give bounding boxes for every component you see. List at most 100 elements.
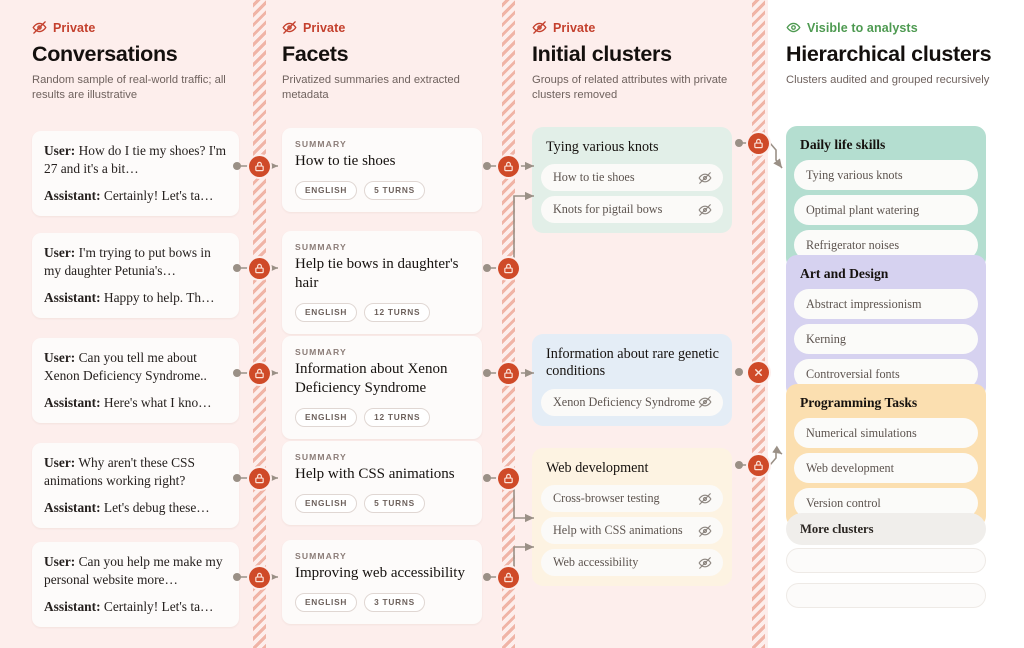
cluster-item[interactable]: Optimal plant watering (794, 195, 978, 225)
tag-language: ENGLISH (295, 592, 358, 612)
hierarchical-cluster-card[interactable]: Art and Design Abstract impressionism Ke… (786, 255, 986, 398)
initial-cluster-card[interactable]: Tying various knots How to tie shoes Kno… (532, 127, 732, 234)
conversation-assistant-line: Assistant: Let's debug these… (44, 499, 210, 515)
lock-icon (754, 138, 763, 149)
removed-badge[interactable] (748, 362, 769, 383)
eye-off-icon (698, 171, 712, 185)
cluster-item[interactable]: Numerical simulations (794, 418, 978, 448)
facet-card[interactable]: SUMMARY Information about Xenon Deficien… (282, 336, 482, 439)
lock-icon (504, 368, 513, 379)
privacy-label: Visible to analysts (807, 20, 918, 35)
conversation-card[interactable]: User: How do I tie my shoes? I'm 27 and … (32, 131, 239, 217)
cluster-item-label: Refrigerator noises (806, 238, 900, 252)
lock-badge[interactable] (748, 455, 769, 476)
cluster-title: Programming Tasks (800, 395, 918, 410)
cluster-item-label: How to tie shoes (553, 170, 635, 185)
conversation-card[interactable]: User: Why aren't these CSS animations wo… (32, 443, 239, 529)
lock-badge[interactable] (498, 567, 519, 588)
conversation-card[interactable]: User: Can you tell me about Xenon Defici… (32, 338, 239, 424)
cluster-item-label: Abstract impressionism (806, 297, 922, 311)
column-header: Private Initial clusters Groups of relat… (532, 20, 747, 104)
cluster-item-label: Optimal plant watering (806, 203, 920, 217)
facet-label: SUMMARY (295, 347, 347, 357)
eye-off-icon (698, 203, 712, 217)
cluster-item[interactable]: Knots for pigtail bows (541, 196, 723, 224)
tag-turns: 5 TURNS (364, 180, 425, 200)
column-subtitle: Groups of related attributes with privat… (532, 74, 728, 102)
cluster-title: Art and Design (800, 266, 889, 281)
lock-badge[interactable] (748, 133, 769, 154)
column-hierarchical-clusters: Visible to analysts Hierarchical cluster… (786, 0, 992, 648)
privacy-badge: Visible to analysts (786, 20, 1001, 35)
cluster-item-label: Controversial fonts (806, 367, 900, 381)
cluster-item[interactable]: How to tie shoes (541, 164, 723, 192)
cluster-item-label: Web accessibility (553, 555, 639, 570)
lock-badge[interactable] (249, 258, 270, 279)
facet-tags: ENGLISH 12 TURNS (295, 407, 469, 427)
tag-language: ENGLISH (295, 493, 358, 513)
lock-badge[interactable] (249, 156, 270, 177)
cluster-title: Web development (546, 460, 649, 476)
facet-card[interactable]: SUMMARY Help tie bows in daughter's hair… (282, 231, 482, 334)
lock-icon (504, 572, 513, 583)
conversation-assistant-line: Assistant: Certainly! Let's ta… (44, 187, 214, 203)
cluster-item[interactable]: Tying various knots (794, 160, 978, 190)
facet-tags: ENGLISH 3 TURNS (295, 592, 469, 612)
placeholder-row[interactable] (786, 548, 986, 573)
facet-label: SUMMARY (295, 139, 347, 149)
facet-title: Improving web accessibility (295, 565, 465, 581)
conversation-card[interactable]: User: I'm trying to put bows in my daugh… (32, 233, 239, 319)
conversation-user-line: User: I'm trying to put bows in my daugh… (44, 245, 211, 278)
lock-badge[interactable] (249, 468, 270, 489)
cluster-item-label: Xenon Deficiency Syndrome (553, 394, 696, 409)
tag-turns: 3 TURNS (364, 592, 425, 612)
facet-card[interactable]: SUMMARY Help with CSS animations ENGLISH… (282, 441, 482, 525)
placeholder-row[interactable] (786, 583, 986, 608)
column-header: Private Conversations Random sample of r… (32, 20, 262, 104)
lock-badge[interactable] (249, 363, 270, 384)
close-icon (755, 369, 762, 376)
cluster-item[interactable]: Web accessibility (541, 549, 723, 577)
eye-off-icon (32, 20, 47, 35)
conversation-user-line: User: How do I tie my shoes? I'm 27 and … (44, 143, 227, 176)
lock-icon (504, 161, 513, 172)
eye-off-icon (532, 20, 547, 35)
tag-language: ENGLISH (295, 407, 358, 427)
column-conversations: Private Conversations Random sample of r… (32, 0, 242, 648)
facet-card[interactable]: SUMMARY Improving web accessibility ENGL… (282, 540, 482, 624)
cluster-item[interactable]: Help with CSS animations (541, 517, 723, 545)
facet-tags: ENGLISH 12 TURNS (295, 302, 469, 322)
cluster-item-label: Version control (806, 496, 881, 510)
lock-badge[interactable] (249, 567, 270, 588)
cluster-title: Daily life skills (800, 137, 886, 152)
column-subtitle: Privatized summaries and extracted metad… (282, 74, 460, 102)
more-clusters-row[interactable]: More clusters (786, 513, 986, 545)
hierarchical-cluster-card[interactable]: Daily life skills Tying various knots Op… (786, 126, 986, 269)
facet-label: SUMMARY (295, 242, 347, 252)
lock-badge[interactable] (498, 363, 519, 384)
conversation-user-line: User: Can you tell me about Xenon Defici… (44, 350, 207, 383)
facet-label: SUMMARY (295, 551, 347, 561)
facet-title: Help with CSS animations (295, 466, 455, 482)
lock-badge[interactable] (498, 258, 519, 279)
lock-icon (255, 161, 264, 172)
initial-cluster-card[interactable]: Information about rare genetic condition… (532, 334, 732, 426)
eye-off-icon (282, 20, 297, 35)
cluster-item[interactable]: Web development (794, 453, 978, 483)
cluster-item[interactable]: Cross-browser testing (541, 485, 723, 513)
lock-badge[interactable] (498, 156, 519, 177)
lock-badge[interactable] (498, 468, 519, 489)
hierarchical-cluster-card[interactable]: Programming Tasks Numerical simulations … (786, 384, 986, 527)
facet-tags: ENGLISH 5 TURNS (295, 493, 469, 513)
eye-off-icon (698, 492, 712, 506)
cluster-item[interactable]: Abstract impressionism (794, 289, 978, 319)
cluster-item[interactable]: Kerning (794, 324, 978, 354)
facet-card[interactable]: SUMMARY How to tie shoes ENGLISH 5 TURNS (282, 128, 482, 212)
lock-icon (754, 460, 763, 471)
initial-cluster-card[interactable]: Web development Cross-browser testing He… (532, 448, 732, 587)
facet-label: SUMMARY (295, 452, 347, 462)
conversation-card[interactable]: User: Can you help me make my personal w… (32, 542, 239, 628)
cluster-title: Information about rare genetic condition… (546, 346, 719, 380)
column-facets: Private Facets Privatized summaries and … (282, 0, 482, 648)
cluster-item[interactable]: Xenon Deficiency Syndrome (541, 388, 723, 416)
